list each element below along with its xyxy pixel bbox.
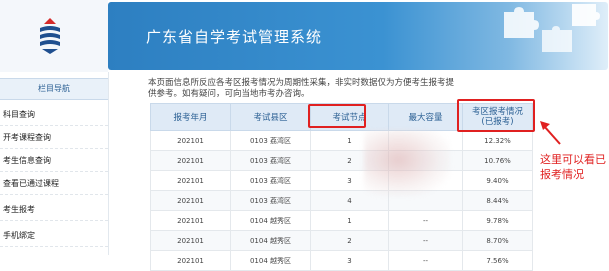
header: 广东省自学考试管理系统	[0, 0, 609, 72]
cell-registration-rate: 8.44%	[462, 190, 533, 211]
cell-registration-rate: 8.70%	[462, 230, 533, 251]
cell-registration-rate: 7.56%	[462, 250, 533, 271]
highlight-box-exam-node	[308, 104, 366, 128]
cell-year-month: 202101	[150, 250, 231, 271]
sidebar-heading: 栏目导航	[0, 78, 108, 100]
highlight-box-registration-status	[457, 99, 535, 132]
page-title: 广东省自学考试管理系统	[146, 28, 323, 46]
sidebar-item-registration[interactable]: 考生报考	[0, 199, 108, 221]
cell-county: 0104 越秀区	[230, 230, 311, 251]
cell-registration-rate: 9.40%	[462, 170, 533, 191]
table-row: 202101 0104 越秀区 2 -- 8.70%	[150, 230, 533, 251]
sidebar-item-passed-courses[interactable]: 查看已通过课程	[0, 173, 108, 195]
puzzle-piece-icon	[542, 26, 572, 52]
cell-county: 0103 荔湾区	[230, 170, 311, 191]
sidebar-item-student-info[interactable]: 考生信息查询	[0, 150, 108, 172]
cell-registration-rate: 12.32%	[462, 130, 533, 151]
logo-area	[0, 0, 108, 72]
column-header-county: 考试县区	[230, 103, 311, 131]
column-header-max-capacity: 最大容量	[388, 103, 463, 131]
cell-year-month: 202101	[150, 230, 231, 251]
logo-icon	[40, 18, 60, 54]
sidebar-item-subject-query[interactable]: 科目查询	[0, 104, 108, 126]
sidebar-item-phone-binding[interactable]: 手机绑定	[0, 225, 108, 247]
cell-county: 0103 荔湾区	[230, 130, 311, 151]
cell-exam-node: 1	[310, 210, 389, 231]
sidebar-item-course-query[interactable]: 开考课程查询	[0, 127, 108, 149]
cell-registration-rate: 9.78%	[462, 210, 533, 231]
notice-text: 本页面信息所反应各考区报考情况为周期性采集，非实时数据仅为方便考生报考提供参考。…	[148, 78, 455, 99]
table-row: 202101 0104 越秀区 3 -- 7.56%	[150, 250, 533, 271]
cell-max-capacity: --	[388, 210, 463, 231]
table-row: 202101 0103 荔湾区 1 12.32%	[150, 130, 533, 151]
cell-year-month: 202101	[150, 130, 231, 151]
sidebar: 栏目导航 科目查询 开考课程查询 考生信息查询 查看已通过课程 考生报考 手机绑…	[0, 72, 109, 255]
cell-max-capacity: --	[388, 250, 463, 271]
cell-max-capacity: --	[388, 230, 463, 251]
cell-exam-node: 3	[310, 250, 389, 271]
table-row: 202101 0103 荔湾区 3 9.40%	[150, 170, 533, 191]
cell-exam-node: 2	[310, 230, 389, 251]
cell-registration-rate: 10.76%	[462, 150, 533, 171]
cell-year-month: 202101	[150, 210, 231, 231]
cell-county: 0104 越秀区	[230, 210, 311, 231]
table-row: 202101 0103 荔湾区 2 10.76%	[150, 150, 533, 171]
annotation-text: 这里可以看已报考情况	[540, 153, 606, 181]
cell-county: 0104 越秀区	[230, 250, 311, 271]
cell-year-month: 202101	[150, 150, 231, 171]
puzzle-piece-icon	[572, 4, 600, 26]
table-row: 202101 0103 荔湾区 4 8.44%	[150, 190, 533, 211]
cell-year-month: 202101	[150, 170, 231, 191]
puzzle-piece-icon	[504, 7, 539, 38]
table-row: 202101 0104 越秀区 1 -- 9.78%	[150, 210, 533, 231]
title-banner: 广东省自学考试管理系统	[108, 2, 608, 70]
cell-county: 0103 荔湾区	[230, 150, 311, 171]
cell-county: 0103 荔湾区	[230, 190, 311, 211]
column-header-year-month: 报考年月	[150, 103, 231, 131]
cell-year-month: 202101	[150, 190, 231, 211]
arrow-icon	[540, 121, 561, 145]
blurred-region	[364, 130, 450, 196]
